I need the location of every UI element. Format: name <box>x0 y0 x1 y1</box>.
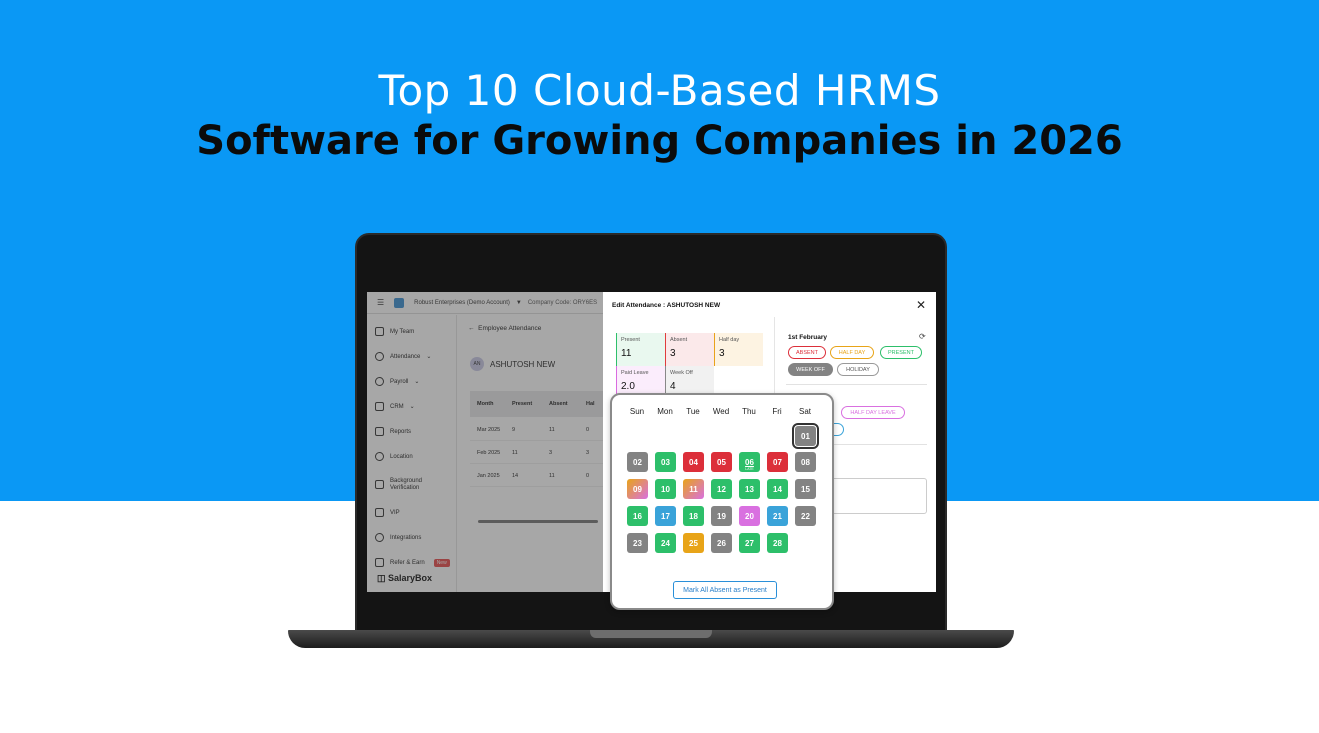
calendar-day[interactable]: 15 <box>795 479 816 499</box>
calendar-day[interactable]: 07 <box>767 452 788 472</box>
status-absent-button[interactable]: ABSENT <box>788 346 826 359</box>
headline-line-2: Software for Growing Companies in 2026 <box>196 118 1123 164</box>
status-half-day-button[interactable]: HALF DAY <box>830 346 874 359</box>
stat-value: 3 <box>670 348 676 359</box>
day-number: 05 <box>717 457 726 467</box>
weekday-label: Thu <box>742 407 756 416</box>
calendar-day[interactable]: 24 <box>655 533 676 553</box>
day-number: 12 <box>717 484 726 494</box>
stat-present: Present 11 <box>616 333 665 366</box>
day-number: 25 <box>689 538 698 548</box>
stat-label: Paid Leave <box>621 370 649 376</box>
day-number: 13 <box>745 484 754 494</box>
calendar-day[interactable]: 01 <box>792 423 819 449</box>
headline-line-1: Top 10 Cloud-Based HRMS <box>378 66 941 115</box>
calendar-day[interactable]: 03 <box>655 452 676 472</box>
calendar-day[interactable]: 02 <box>627 452 648 472</box>
calendar-day[interactable]: 22 <box>795 506 816 526</box>
stat-value: 4 <box>670 381 676 392</box>
day-number: 20 <box>745 511 754 521</box>
note-textarea[interactable] <box>828 478 927 514</box>
status-present-button[interactable]: PRESENT <box>880 346 922 359</box>
calendar-day[interactable]: 27 <box>739 533 760 553</box>
status-week-off-button[interactable]: WEEK OFF <box>788 363 833 376</box>
day-number: 18 <box>689 511 698 521</box>
modal-backdrop[interactable] <box>367 292 603 592</box>
calendar-day[interactable]: 16 <box>627 506 648 526</box>
weekday-label: Tue <box>686 407 700 416</box>
day-number: 10 <box>661 484 670 494</box>
laptop-notch <box>590 630 712 638</box>
calendar-day[interactable]: 12 <box>711 479 732 499</box>
stat-value: 11 <box>621 348 632 359</box>
calendar-day[interactable]: 05 <box>711 452 732 472</box>
calendar-day[interactable]: 18 <box>683 506 704 526</box>
day-number: 16 <box>633 511 642 521</box>
calendar-day[interactable]: 04 <box>683 452 704 472</box>
calendar-day[interactable]: 06 LATE <box>739 452 760 472</box>
stat-label: Half day <box>719 337 740 343</box>
stat-absent: Absent 3 <box>665 333 714 366</box>
calendar-day[interactable]: 28 <box>767 533 788 553</box>
selected-date: 1st February <box>788 334 828 341</box>
close-icon[interactable]: ✕ <box>916 298 926 312</box>
day-number: 23 <box>633 538 642 548</box>
calendar-day[interactable]: 25 <box>683 533 704 553</box>
day-number: 19 <box>717 511 726 521</box>
status-holiday-button[interactable]: HOLIDAY <box>837 363 879 376</box>
calendar-day[interactable]: 17 <box>655 506 676 526</box>
half-day-leave-button[interactable]: HALF DAY LEAVE <box>841 406 905 419</box>
day-number: 15 <box>801 484 810 494</box>
stat-label: Week Off <box>670 370 693 376</box>
weekday-label: Fri <box>772 407 782 416</box>
divider <box>786 384 927 385</box>
calendar-day[interactable]: 20 <box>739 506 760 526</box>
day-number: 28 <box>773 538 782 548</box>
day-number: 09 <box>633 484 642 494</box>
day-number: 07 <box>773 457 782 467</box>
day-number: 02 <box>633 457 642 467</box>
weekday-label: Sun <box>629 407 645 416</box>
day-number: 08 <box>801 457 810 467</box>
day-number: 26 <box>717 538 726 548</box>
weekday-label: Mon <box>657 407 673 416</box>
day-number: 03 <box>661 457 670 467</box>
day-number: 14 <box>773 484 782 494</box>
late-tag: LATE <box>745 467 754 471</box>
calendar-day[interactable]: 21 <box>767 506 788 526</box>
calendar-popup: Mark All Absent as Present Sun Mon Tue Wed T… <box>610 393 834 610</box>
day-number: 21 <box>773 511 782 521</box>
day-number: 27 <box>745 538 754 548</box>
calendar-day[interactable]: 11 <box>683 479 704 499</box>
calendar-day[interactable]: 19 <box>711 506 732 526</box>
calendar-day[interactable]: 08 <box>795 452 816 472</box>
weekday-label: Sat <box>798 407 811 416</box>
day-number: 17 <box>661 511 670 521</box>
day-number: 22 <box>801 511 810 521</box>
day-number: 11 <box>689 484 698 494</box>
day-number: 04 <box>689 457 698 467</box>
refresh-icon[interactable]: ⟳ <box>919 332 926 341</box>
calendar-day[interactable]: 14 <box>767 479 788 499</box>
stat-label: Present <box>621 337 640 343</box>
weekday-label: Wed <box>712 407 730 416</box>
stat-value: 3 <box>719 348 725 359</box>
day-number: 06 <box>745 457 754 467</box>
calendar-day[interactable]: 09 <box>627 479 648 499</box>
stat-half-day: Half day 3 <box>714 333 763 366</box>
calendar-day[interactable]: 26 <box>711 533 732 553</box>
mark-all-absent-as-present-button[interactable]: Mark All Absent as Present <box>673 581 777 599</box>
stat-value: 2.0 <box>621 381 635 392</box>
calendar-day[interactable]: 10 <box>655 479 676 499</box>
panel-title: Edit Attendance : ASHUTOSH NEW <box>612 302 721 309</box>
calendar-day[interactable]: 23 <box>627 533 648 553</box>
day-number: 01 <box>801 431 810 441</box>
calendar-day[interactable]: 13 <box>739 479 760 499</box>
stat-label: Absent <box>670 337 688 343</box>
day-number: 24 <box>661 538 670 548</box>
